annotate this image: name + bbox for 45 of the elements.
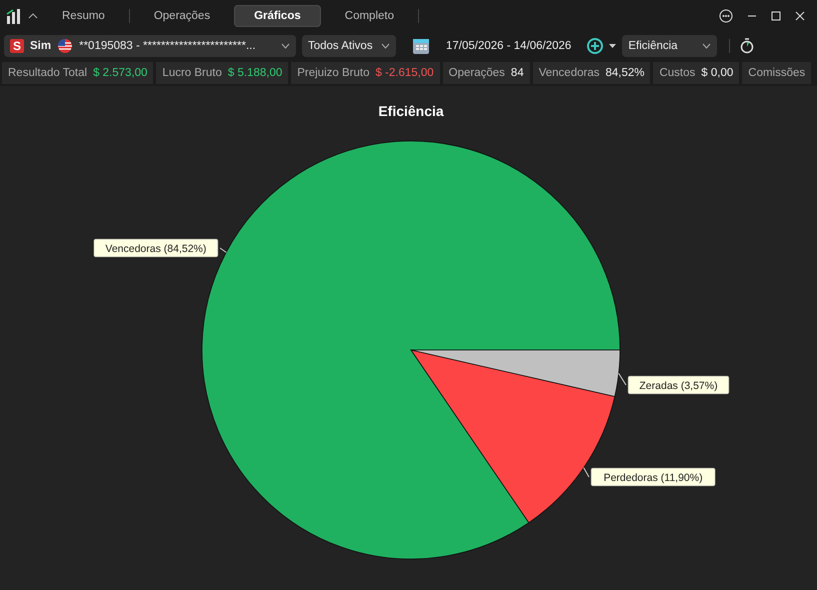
stat-value: $ 0,00 [701, 67, 734, 79]
chevron-down-icon [381, 43, 390, 49]
caret-icon[interactable] [609, 44, 616, 48]
flag-icon [57, 39, 74, 53]
stat-value: 84,52% [605, 67, 644, 79]
date-range[interactable]: 17/05/2026 - 14/06/2026 [446, 40, 572, 52]
stat-label: Comissões [748, 67, 806, 79]
slice-label: Perdedoras [604, 472, 658, 484]
tab[interactable]: Gráficos [234, 5, 321, 27]
tab[interactable]: Resumo [42, 5, 125, 27]
account-type: Sim [30, 40, 52, 52]
add-icon[interactable] [587, 38, 604, 54]
chevron-down-icon [702, 43, 712, 49]
calendar-icon[interactable] [412, 37, 430, 55]
slice-label: Zeradas (3,57%) [628, 376, 730, 394]
account-select[interactable]: S Sim **0195083 - ***********************... [4, 35, 296, 57]
stat-value: $ 2.573,00 [93, 67, 148, 79]
leader-line [220, 248, 227, 253]
maximize-icon[interactable] [771, 11, 781, 21]
leader-line [618, 372, 626, 386]
tab[interactable]: Completo [324, 5, 414, 27]
stat-label: Resultado Total [8, 67, 88, 79]
leader-line [583, 467, 590, 478]
stat-value: $ 5.188,00 [228, 67, 282, 79]
assets-select[interactable]: Todos Ativos [302, 35, 396, 57]
stat-label: Prejuizo Bruto [297, 67, 370, 79]
stat-label: Operações [448, 67, 505, 79]
stat-value: $ -2.615,00 [375, 67, 434, 79]
slice-label: Vencedoras (84,52%) [94, 238, 218, 258]
chevron-up-icon[interactable] [28, 12, 38, 20]
account-badge: S [10, 39, 24, 53]
tab[interactable]: Operações [134, 5, 230, 27]
stat-label: Vencedoras [538, 67, 600, 79]
stopwatch-icon[interactable] [740, 38, 754, 54]
slice-label: Perdedoras (11,90%) [590, 468, 716, 486]
legend-label: Zeradas [639, 380, 678, 392]
chevron-down-icon [281, 43, 290, 49]
stat-label: Custos [659, 67, 696, 79]
chart-title: Eficiência [378, 103, 444, 119]
close-icon[interactable] [795, 11, 805, 21]
more-options-icon[interactable] [719, 9, 733, 23]
stat-value: 84 [510, 67, 524, 79]
chart-select[interactable]: Eficiência [622, 35, 718, 57]
stat-label: Lucro Bruto [162, 67, 222, 79]
slice-label: Vencedoras [105, 243, 161, 255]
